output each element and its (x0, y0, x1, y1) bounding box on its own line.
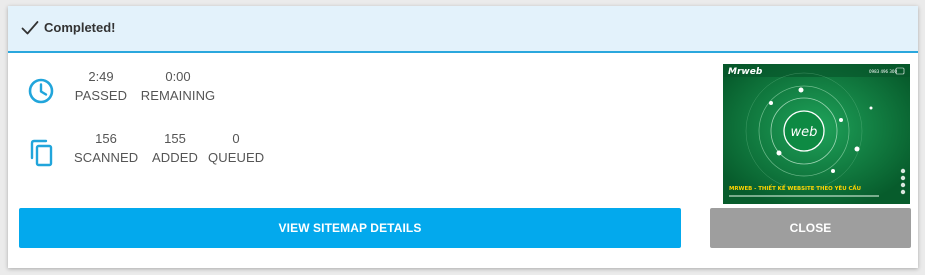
time-stats: 2:49 PASSED 0:00 REMAINING (8, 68, 708, 112)
time-passed-value: 2:49 (88, 69, 114, 84)
site-thumbnail-image: Mrweb 0983 496 300 web MRWEB - THIẾT KẾ … (723, 64, 910, 204)
thumbnail-phone: 0983 496 300 (869, 69, 897, 74)
time-passed-stat: 2:49 PASSED (74, 68, 128, 106)
check-icon (21, 21, 39, 35)
copy-pages-icon (30, 139, 53, 167)
added-label: ADDED (151, 150, 198, 165)
site-thumbnail: Mrweb 0983 496 300 web MRWEB - THIẾT KẾ … (723, 64, 910, 204)
view-sitemap-details-button[interactable]: VIEW SITEMAP DETAILS (19, 208, 681, 248)
thumbnail-logo: web (791, 125, 818, 140)
queued-label: QUEUED (208, 150, 265, 165)
scanned-value: 156 (95, 131, 117, 146)
status-title: Completed! (44, 20, 116, 35)
scanned-stat: 156 SCANNED (74, 130, 138, 168)
time-remaining-label: REMAINING (140, 88, 216, 103)
time-remaining-stat: 0:00 REMAINING (138, 68, 218, 106)
thumbnail-brand: Mrweb (728, 67, 763, 77)
scan-stats: 156 SCANNED 155 ADDED 0 QUEUED (8, 130, 708, 174)
clock-icon (28, 78, 54, 104)
added-stat: 155 ADDED (149, 130, 201, 168)
added-value: 155 (164, 131, 186, 146)
time-remaining-value: 0:00 (165, 69, 191, 84)
status-header: Completed! (8, 6, 918, 53)
close-button[interactable]: CLOSE (710, 208, 911, 248)
sitemap-progress-panel: Completed! 2:49 PASSED 0:00 REMAINING 15… (8, 6, 918, 268)
scanned-label: SCANNED (74, 150, 139, 165)
queued-value: 0 (232, 131, 240, 146)
time-passed-label: PASSED (74, 88, 128, 103)
queued-stat: 0 QUEUED (208, 130, 264, 168)
